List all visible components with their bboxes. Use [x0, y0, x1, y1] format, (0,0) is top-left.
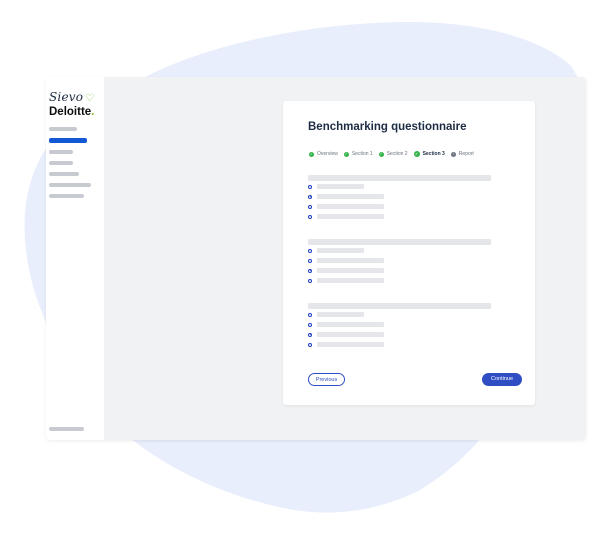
heart-outline-icon: ♡ [85, 93, 95, 104]
step-label: Report [458, 151, 474, 157]
sidebar-footer-item[interactable] [49, 427, 84, 431]
answer-option[interactable] [308, 258, 491, 263]
radio-checked[interactable] [308, 268, 312, 273]
answer-text-placeholder [317, 248, 364, 253]
answer-option[interactable] [308, 194, 491, 199]
radio-unchecked[interactable] [308, 278, 312, 283]
answer-text-placeholder [317, 312, 364, 317]
step-label: Section 2 [386, 151, 408, 157]
sidebar: Sievo ♡ Deloitte. [46, 77, 104, 440]
brand-name-bottom: Deloitte [49, 106, 92, 118]
brand-name-top: Sievo [49, 90, 84, 104]
radio-unchecked[interactable] [308, 322, 312, 327]
brand-dot: . [91, 106, 95, 118]
answer-option[interactable] [308, 342, 491, 347]
answer-option[interactable] [308, 214, 491, 219]
page-title: Benchmarking questionnaire [308, 121, 467, 133]
answer-option[interactable] [308, 204, 491, 209]
questionnaire-card: Benchmarking questionnaire ✓ Overview ✓ Sec… [283, 101, 535, 405]
radio-checked[interactable] [308, 194, 312, 199]
answer-text-placeholder [317, 258, 384, 263]
answer-option[interactable] [308, 248, 491, 253]
check-circle-icon: ✓ [378, 151, 384, 157]
radio-unchecked[interactable] [308, 214, 312, 219]
answer-text-placeholder [317, 322, 384, 327]
step-item[interactable]: i Report [450, 151, 474, 157]
step-label: Overview [317, 151, 338, 157]
answer-option[interactable] [308, 312, 491, 317]
sidebar-item[interactable] [49, 183, 91, 187]
question-text-placeholder [308, 303, 491, 309]
answer-text-placeholder [317, 268, 384, 273]
answer-option[interactable] [308, 184, 491, 189]
step-label: Section 3 [422, 151, 445, 157]
question-block [308, 175, 491, 224]
step-item[interactable]: ✓ Section 3 [413, 151, 445, 157]
answer-text-placeholder [317, 194, 384, 199]
radio-unchecked[interactable] [308, 204, 312, 209]
answer-text-placeholder [317, 184, 364, 189]
question-block [308, 303, 491, 352]
answer-option[interactable] [308, 322, 491, 327]
sidebar-item[interactable] [49, 138, 87, 143]
check-circle-icon: ✓ [309, 151, 314, 157]
sidebar-item[interactable] [49, 127, 77, 131]
answer-text-placeholder [317, 204, 384, 209]
check-circle-icon: ✓ [413, 151, 420, 157]
radio-unchecked[interactable] [308, 184, 312, 189]
answer-text-placeholder [317, 214, 384, 219]
radio-unchecked[interactable] [308, 258, 312, 263]
main-content: Benchmarking questionnaire ✓ Overview ✓ Sec… [104, 77, 586, 440]
continue-button[interactable]: Continue [482, 373, 522, 386]
sidebar-item[interactable] [49, 161, 73, 165]
step-item[interactable]: ✓ Section 2 [378, 151, 408, 157]
step-item[interactable]: ✓ Section 1 [343, 151, 373, 157]
answer-text-placeholder [317, 342, 384, 347]
brand-logo: Sievo ♡ Deloitte. [49, 91, 94, 119]
answer-option[interactable] [308, 278, 491, 283]
radio-unchecked[interactable] [308, 342, 312, 347]
answer-text-placeholder [317, 332, 384, 337]
sidebar-item[interactable] [49, 150, 73, 154]
step-item[interactable]: ✓ Overview [309, 151, 338, 157]
info-circle-icon: i [450, 151, 456, 157]
question-text-placeholder [308, 175, 491, 181]
previous-button[interactable]: Previous [308, 373, 345, 386]
radio-checked[interactable] [308, 332, 312, 337]
app-window: Sievo ♡ Deloitte. Benchmarking questionna… [46, 77, 586, 440]
radio-unchecked[interactable] [308, 248, 312, 253]
sidebar-item[interactable] [49, 194, 84, 198]
progress-steps: ✓ Overview ✓ Section 1 ✓ Section 2 ✓ Section 3i… [309, 151, 480, 157]
check-circle-icon: ✓ [343, 151, 349, 157]
answer-option[interactable] [308, 268, 491, 273]
question-text-placeholder [308, 239, 491, 245]
sidebar-item[interactable] [49, 172, 79, 176]
answer-option[interactable] [308, 332, 491, 337]
answer-text-placeholder [317, 278, 384, 283]
step-label: Section 1 [351, 151, 373, 157]
radio-unchecked[interactable] [308, 312, 312, 317]
question-block [308, 239, 491, 288]
sidebar-nav [49, 127, 97, 205]
